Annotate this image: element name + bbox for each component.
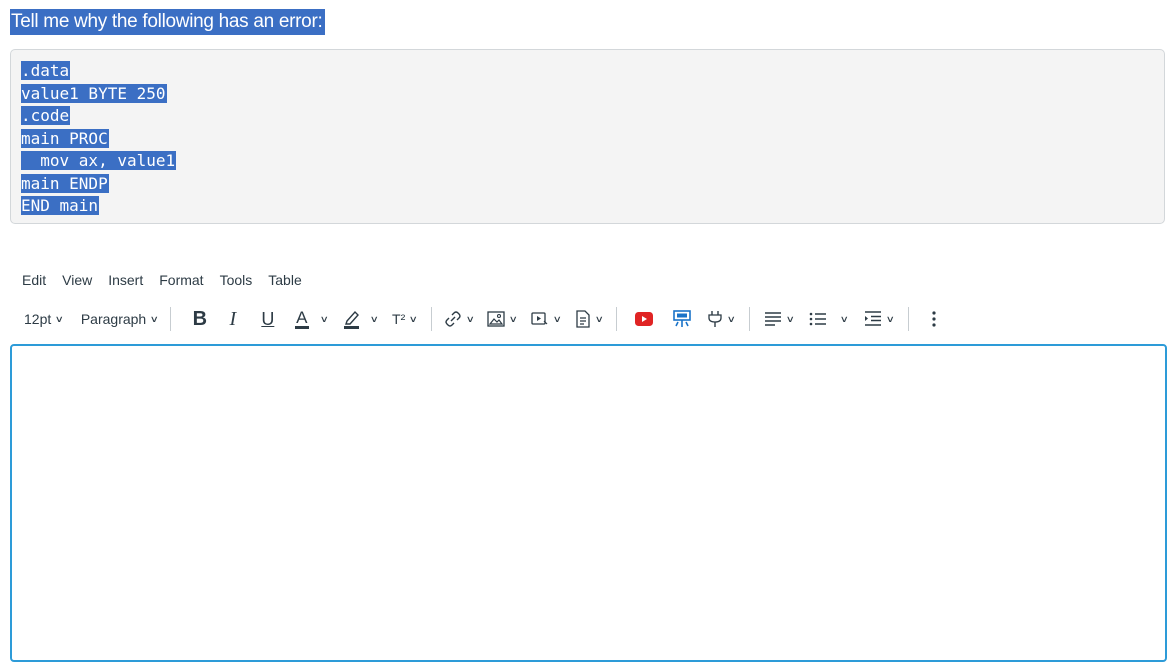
code-listing: .data value1 BYTE 250 .code main PROC mov a…	[21, 60, 177, 218]
chevron-down-icon: ∨	[552, 313, 562, 324]
chevron-down-icon: ∨	[465, 313, 475, 324]
text-color-button[interactable]: A ∨	[294, 306, 329, 332]
chevron-down-icon: ∨	[370, 313, 380, 324]
toolbar-divider	[616, 307, 618, 331]
toolbar-divider	[169, 307, 171, 331]
block-format-dropdown[interactable]: Paragraph ∨	[80, 306, 160, 332]
editor-toolbar: 12pt ∨ Paragraph ∨ B I U A ∨ ∨ T² ∨ ∨ ∨ …	[14, 306, 1064, 332]
apps-plugin-icon	[673, 310, 692, 327]
align-button[interactable]: ∨	[764, 306, 795, 332]
code-block: .data value1 BYTE 250 .code main PROC mov a…	[10, 49, 1165, 224]
more-options-button[interactable]	[929, 306, 939, 332]
toolbar-divider	[907, 307, 909, 331]
bullet-list-icon	[810, 312, 827, 326]
menu-tools[interactable]: Tools	[220, 271, 253, 289]
italic-icon: I	[229, 307, 237, 330]
chevron-down-icon: ∨	[885, 313, 895, 324]
menu-insert[interactable]: Insert	[108, 271, 143, 289]
image-button[interactable]: ∨	[487, 306, 519, 332]
chevron-down-icon: ∨	[509, 313, 519, 324]
code-line: value1 BYTE 250	[21, 83, 167, 103]
text-color-icon: A	[294, 307, 309, 329]
menu-format[interactable]: Format	[159, 271, 203, 289]
highlight-color-button[interactable]: ∨	[343, 306, 380, 332]
code-line: .code	[21, 106, 71, 125]
superscript-button[interactable]: T² ∨	[392, 306, 419, 332]
menu-view[interactable]: View	[62, 271, 92, 289]
align-left-icon	[764, 312, 781, 326]
menu-edit[interactable]: Edit	[22, 271, 46, 289]
plug-icon	[708, 311, 722, 327]
font-size-dropdown[interactable]: 12pt ∨	[24, 306, 65, 332]
link-button[interactable]: ∨	[444, 306, 475, 332]
code-line: .data	[21, 61, 71, 80]
chevron-down-icon: ∨	[319, 313, 329, 324]
bullet-list-button[interactable]: ∨	[809, 306, 850, 332]
media-button[interactable]: ∨	[531, 306, 562, 332]
question-prompt: Tell me why the following has an error:	[10, 8, 326, 36]
chevron-down-icon: ∨	[785, 313, 795, 324]
chevron-down-icon: ∨	[594, 313, 604, 324]
document-button[interactable]: ∨	[575, 306, 604, 332]
link-icon	[445, 311, 461, 327]
media-icon	[531, 312, 548, 325]
toolbar-divider	[430, 307, 432, 331]
chevron-down-icon: ∨	[54, 313, 65, 324]
code-line: main ENDP	[21, 173, 109, 193]
indent-icon	[864, 311, 881, 326]
code-line: main PROC	[21, 128, 109, 148]
kebab-menu-icon	[931, 311, 936, 327]
italic-button[interactable]: I	[225, 306, 241, 332]
editor-menubar: Edit View Insert Format Tools Table	[22, 271, 318, 289]
code-line: mov ax, value1	[21, 151, 177, 170]
indent-button[interactable]: ∨	[864, 306, 895, 332]
image-icon	[487, 311, 506, 327]
highlighter-icon	[344, 310, 360, 329]
block-format-value: Paragraph	[80, 311, 147, 327]
prompt-text: Tell me why the following has an error:	[10, 9, 326, 35]
bold-button[interactable]: B	[189, 306, 211, 332]
toolbar-divider	[748, 307, 750, 331]
apps-plugin-button[interactable]	[673, 306, 692, 332]
youtube-button[interactable]	[635, 306, 654, 332]
youtube-icon	[635, 312, 654, 326]
document-icon	[575, 310, 590, 328]
chevron-down-icon: ∨	[726, 313, 737, 324]
code-line: END main	[21, 196, 100, 215]
menu-table[interactable]: Table	[268, 271, 301, 289]
rich-text-editor-area[interactable]	[10, 344, 1167, 662]
external-tools-button[interactable]: ∨	[707, 306, 737, 332]
font-size-value: 12pt	[24, 311, 52, 327]
superscript-icon: T²	[392, 311, 406, 327]
chevron-down-icon: ∨	[840, 313, 850, 324]
chevron-down-icon: ∨	[408, 313, 419, 324]
chevron-down-icon: ∨	[149, 313, 160, 324]
underline-button[interactable]: U	[259, 306, 277, 332]
bold-icon: B	[192, 307, 208, 330]
underline-icon: U	[261, 308, 275, 329]
